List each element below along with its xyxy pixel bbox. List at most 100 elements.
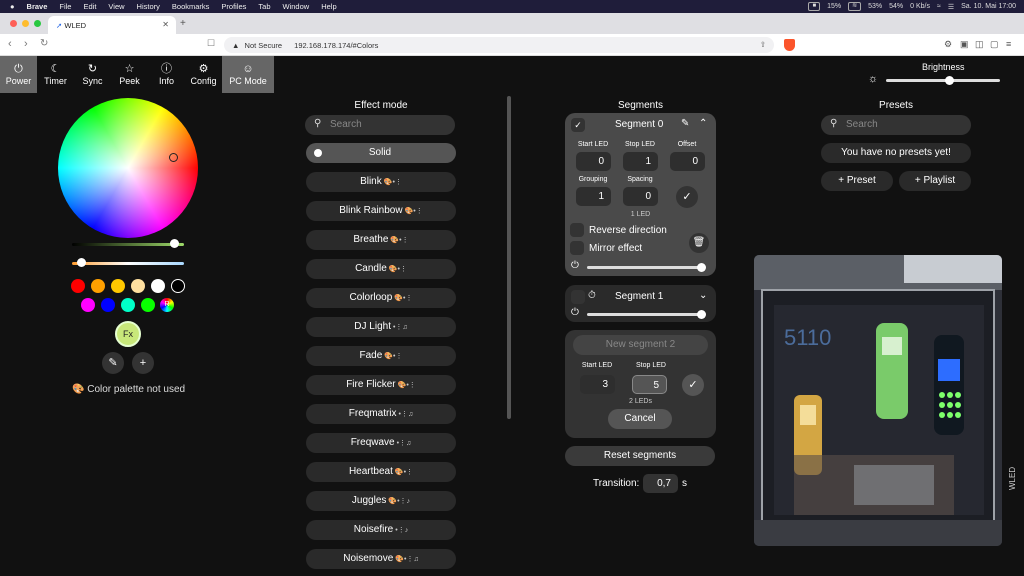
seg0-delete-trash-button[interactable]: 🗑 <box>689 233 709 253</box>
effect-item[interactable]: Heartbeat 🎨•⋮ <box>306 462 456 482</box>
menu-tab[interactable]: Tab <box>258 2 270 11</box>
bookmark-icon[interactable]: ☐ <box>207 38 215 49</box>
seg0-grouping-input[interactable]: 1 <box>576 187 611 206</box>
share-icon[interactable]: ⇧ <box>760 40 766 49</box>
color-swatch[interactable] <box>111 279 125 293</box>
color-wheel-cursor[interactable] <box>169 153 178 162</box>
info-button[interactable]: ⓘ Info <box>148 56 185 93</box>
color-swatch[interactable] <box>91 279 105 293</box>
segment-0-collapse-chevron-icon[interactable]: ⌃ <box>699 118 707 129</box>
wallet-icon[interactable]: ▢ <box>990 39 999 50</box>
kelvin-slider-knob[interactable] <box>77 258 86 267</box>
add-playlist-button[interactable]: + Playlist <box>899 171 971 191</box>
effect-item[interactable]: Breathe 🎨•⋮ <box>306 230 456 250</box>
brightness-slider-knob[interactable] <box>944 76 954 85</box>
seg0-offset-input[interactable]: 0 <box>670 152 705 171</box>
effect-item[interactable]: Noisemove 🎨•⋮♫ <box>306 549 456 569</box>
segment-0-rename-pencil-icon[interactable]: ✎ <box>681 118 689 129</box>
effect-item[interactable]: DJ Light •⋮♫ <box>306 317 456 337</box>
kelvin-slider[interactable] <box>72 262 184 265</box>
close-window-button[interactable] <box>10 20 17 27</box>
segment-1-select-checkbox[interactable] <box>571 290 585 304</box>
peek-button[interactable]: ☆ Peek <box>111 56 148 93</box>
clock[interactable]: Sa. 10. Mai 17:00 <box>961 3 1016 10</box>
menu-bookmarks[interactable]: Bookmarks <box>172 2 210 11</box>
color-swatch[interactable] <box>151 279 165 293</box>
apple-menu-icon[interactable]: ● <box>10 2 15 11</box>
new-seg-start-input[interactable]: 3 <box>580 375 615 394</box>
menu-help[interactable]: Help <box>321 2 336 11</box>
effect-item[interactable]: Colorloop 🎨•⋮ <box>306 288 456 308</box>
color-swatch[interactable] <box>101 298 115 312</box>
effect-item[interactable]: Candle 🎨•⋮ <box>306 259 456 279</box>
seg1-brightness-knob[interactable] <box>697 310 706 319</box>
color-swatch[interactable] <box>71 279 85 293</box>
zoom-window-button[interactable] <box>34 20 41 27</box>
seg0-stop-input[interactable]: 1 <box>623 152 658 171</box>
color-swatch[interactable] <box>131 279 145 293</box>
cancel-button[interactable]: Cancel <box>608 409 672 429</box>
brave-shields-icon[interactable] <box>784 39 795 51</box>
menu-brave[interactable]: Brave <box>27 2 48 11</box>
effect-item[interactable]: Noisefire •⋮♪ <box>306 520 456 540</box>
effect-item[interactable]: Blink 🎨•⋮ <box>306 172 456 192</box>
seg0-start-input[interactable]: 0 <box>576 152 611 171</box>
menu-view[interactable]: View <box>108 2 124 11</box>
seg1-brightness-slider[interactable] <box>587 313 703 316</box>
effect-item[interactable]: Solid <box>306 143 456 163</box>
new-seg-stop-input[interactable]: 5 <box>632 375 667 394</box>
menu-window[interactable]: Window <box>283 2 310 11</box>
reload-button[interactable]: ↻ <box>40 38 48 49</box>
sync-button[interactable]: ↻ Sync <box>74 56 111 93</box>
reset-segments-button[interactable]: Reset segments <box>565 446 715 466</box>
forward-button[interactable]: › <box>24 38 28 50</box>
segment-0-select-checkbox[interactable]: ✓ <box>571 118 585 132</box>
new-tab-button[interactable]: + <box>180 18 186 29</box>
menu-profiles[interactable]: Profiles <box>221 2 246 11</box>
effect-item[interactable]: Fire Flicker 🎨•⋮ <box>306 375 456 395</box>
add-preset-button[interactable]: + Preset <box>821 171 893 191</box>
value-slider[interactable] <box>72 243 184 246</box>
effect-item[interactable]: Freqwave •⋮♫ <box>306 433 456 453</box>
power-button[interactable]: ⏻ Power <box>0 56 37 93</box>
seg0-power-icon[interactable]: ⏻ <box>571 260 579 271</box>
transition-input[interactable]: 0,7 <box>643 474 678 493</box>
effect-list-scrollbar[interactable] <box>507 96 511 419</box>
address-bar[interactable]: ▲ Not Secure 192.168.178.174/#Colors ⇧ <box>224 37 774 53</box>
effect-item[interactable]: Juggles 🎨•⋮♪ <box>306 491 456 511</box>
effect-search-input[interactable]: ⚲ Search <box>305 115 455 135</box>
random-color-icon[interactable]: R <box>160 298 174 312</box>
status-app-icon[interactable]: ■ <box>808 2 821 11</box>
color-swatch[interactable] <box>81 298 95 312</box>
edit-pencil-button[interactable]: ✎ <box>102 352 124 374</box>
timer-button[interactable]: ☾ Timer <box>37 56 74 93</box>
menu-history[interactable]: History <box>137 2 160 11</box>
seg0-apply-check-button[interactable]: ✓ <box>676 186 698 208</box>
config-button[interactable]: ⚙ Config <box>185 56 222 93</box>
sidebar-icon[interactable]: ◫ <box>975 39 984 50</box>
fx-button[interactable]: Fx <box>115 321 141 347</box>
new-seg-save-check-button[interactable]: ✓ <box>682 374 704 396</box>
minimize-window-button[interactable] <box>22 20 29 27</box>
seg0-spacing-input[interactable]: 0 <box>623 187 658 206</box>
effect-item[interactable]: Blink Rainbow 🎨•⋮ <box>306 201 456 221</box>
brightness-slider[interactable] <box>886 79 1000 82</box>
menu-file[interactable]: File <box>59 2 71 11</box>
new-segment-name-input[interactable]: New segment 2 <box>573 335 708 355</box>
effect-item[interactable]: Freqmatrix •⋮♫ <box>306 404 456 424</box>
close-tab-icon[interactable]: ✕ <box>162 20 169 29</box>
back-button[interactable]: ‹ <box>8 38 12 50</box>
warning-icon[interactable]: ▲ <box>232 41 239 50</box>
screenshot-icon[interactable]: ▣ <box>960 39 969 50</box>
color-swatch[interactable] <box>171 279 185 293</box>
color-swatch[interactable] <box>141 298 155 312</box>
segment-1-expand-chevron-icon[interactable]: ⌄ <box>699 290 707 301</box>
seg0-reverse-checkbox[interactable] <box>570 223 584 237</box>
color-wheel[interactable] <box>58 98 198 238</box>
seg0-brightness-knob[interactable] <box>697 263 706 272</box>
seg1-power-icon[interactable]: ⏻ <box>571 307 579 318</box>
menu-edit[interactable]: Edit <box>83 2 96 11</box>
wifi-icon[interactable]: ≈ <box>937 3 941 10</box>
effect-item[interactable]: Fade 🎨•⋮ <box>306 346 456 366</box>
control-center-icon[interactable]: ☰ <box>948 3 954 11</box>
